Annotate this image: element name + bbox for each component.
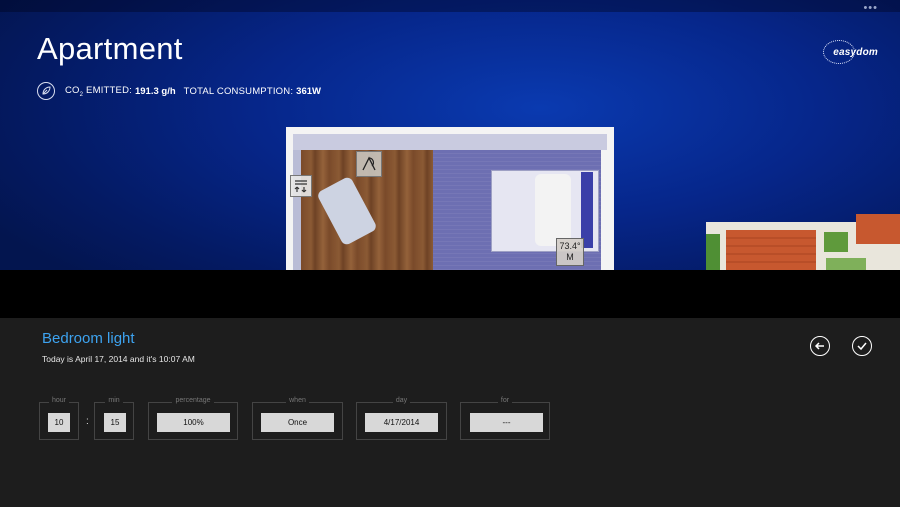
co2-value: 191.3 g/h — [134, 85, 176, 97]
when-select[interactable]: Once — [261, 413, 334, 432]
top-bar — [0, 0, 900, 12]
hour-input[interactable]: 10 — [48, 413, 70, 432]
consumption-label: TOTAL CONSUMPTION: — [183, 85, 294, 97]
light-device-icon[interactable] — [356, 151, 382, 177]
for-field: for --- — [460, 397, 550, 440]
percentage-label: percentage — [172, 397, 214, 404]
page-title: Apartment — [37, 31, 183, 66]
check-icon — [857, 342, 867, 351]
min-label: min — [105, 397, 123, 404]
hour-field: hour 10 — [39, 397, 79, 440]
schedule-panel: Bedroom light Today is April 17, 2014 an… — [0, 318, 900, 507]
thermostat-badge[interactable]: 73.4° M — [556, 238, 584, 266]
confirm-button[interactable] — [852, 336, 872, 356]
next-room-preview[interactable] — [706, 214, 900, 270]
when-field: when Once — [252, 397, 343, 440]
back-button[interactable] — [810, 336, 830, 356]
consumption-stats: CO2 EMITTED: 191.3 g/h TOTAL CONSUMPTION… — [37, 81, 321, 101]
day-field: day 4/17/2014 — [356, 397, 447, 440]
min-field: min 15 — [94, 397, 134, 440]
more-options-button[interactable]: ••• — [863, 2, 878, 14]
shutter-device-icon[interactable] — [290, 175, 312, 197]
co2-label: CO2 EMITTED: — [65, 84, 132, 98]
day-input[interactable]: 4/17/2014 — [365, 413, 438, 432]
percentage-input[interactable]: 100% — [157, 413, 230, 432]
arrow-left-icon — [814, 342, 824, 350]
min-input[interactable]: 15 — [104, 413, 126, 432]
for-select[interactable]: --- — [470, 413, 543, 432]
divider-band — [0, 270, 900, 318]
consumption-value: 361W — [296, 85, 321, 97]
current-datetime: Today is April 17, 2014 and it's 10:07 A… — [42, 354, 195, 364]
percentage-field: percentage 100% — [148, 397, 238, 440]
leaf-icon — [37, 82, 55, 100]
brand-logo: easydom — [823, 40, 878, 64]
time-separator: : — [86, 416, 89, 427]
hour-label: hour — [48, 397, 69, 404]
apartment-view: ••• Apartment CO2 EMITTED: 191.3 g/h TOT… — [0, 0, 900, 270]
for-label: for — [497, 397, 513, 404]
day-label: day — [392, 397, 411, 404]
panel-title: Bedroom light — [42, 330, 135, 347]
when-label: when — [286, 397, 309, 404]
